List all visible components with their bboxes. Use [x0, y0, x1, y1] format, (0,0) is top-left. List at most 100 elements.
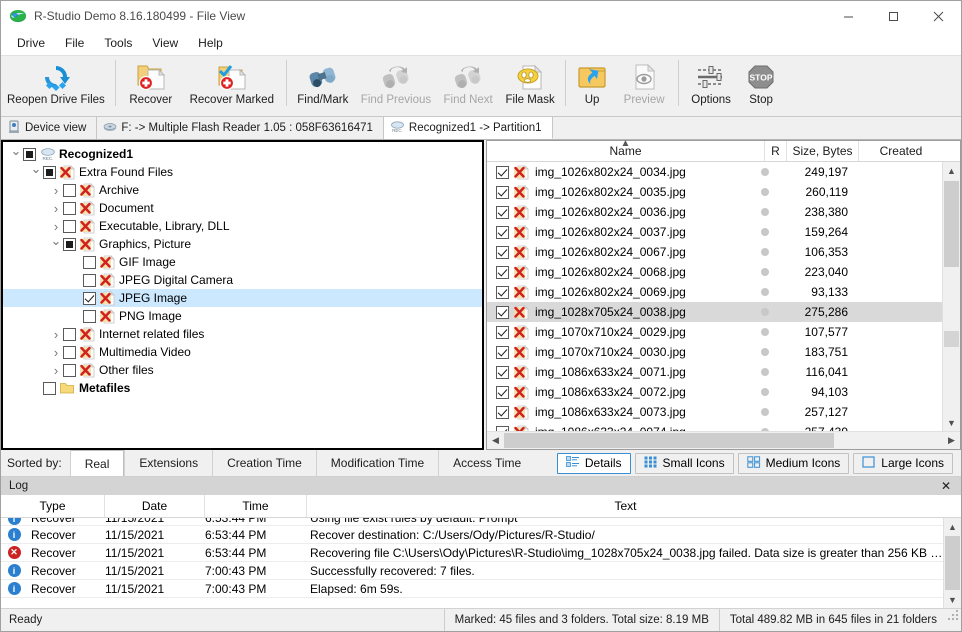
log-scroll-down-button[interactable]: ▼	[944, 591, 961, 608]
table-row[interactable]: img_1070x710x24_0029.jpg 107,577	[487, 322, 942, 342]
tree-item[interactable]: Internet related files	[3, 325, 482, 343]
log-column-header-time[interactable]: Time	[205, 495, 307, 517]
column-header-created[interactable]: Created	[859, 141, 943, 161]
file-row-checkbox[interactable]	[496, 205, 509, 219]
tree-item-checkbox[interactable]	[63, 363, 76, 377]
sort-tab-real[interactable]: Real	[69, 450, 125, 476]
table-row[interactable]: img_1026x802x24_0035.jpg 260,119	[487, 182, 942, 202]
menu-help[interactable]: Help	[188, 33, 233, 53]
close-button[interactable]	[916, 1, 961, 31]
column-header-r[interactable]: R	[765, 141, 787, 161]
file-mask-button[interactable]: File Mask	[499, 58, 561, 112]
vertical-scroll-thumb[interactable]	[944, 181, 959, 267]
log-column-header-date[interactable]: Date	[105, 495, 205, 517]
tab-device-view[interactable]: Device view	[1, 117, 98, 139]
tree-item[interactable]: GIF Image	[3, 253, 482, 271]
table-row[interactable]: img_1026x802x24_0034.jpg 249,197	[487, 162, 942, 182]
tree-item[interactable]: Executable, Library, DLL	[3, 217, 482, 235]
log-column-header-text[interactable]: Text	[307, 495, 944, 517]
scroll-left-button[interactable]: ◀	[487, 432, 504, 449]
tree-item[interactable]: Graphics, Picture	[3, 235, 482, 253]
tree-item[interactable]: Archive	[3, 181, 482, 199]
tree-item-checkbox[interactable]	[63, 201, 76, 215]
tree-item-checkbox[interactable]	[23, 147, 36, 161]
tree-item-checkbox[interactable]	[83, 273, 96, 287]
tree-item[interactable]: Metafiles	[3, 379, 482, 397]
expand-arrow-icon[interactable]	[49, 183, 63, 198]
expand-arrow-icon[interactable]	[49, 201, 63, 216]
vertical-scroll-track[interactable]	[943, 179, 960, 414]
reopen-drive-files-button[interactable]: Reopen Drive Files	[1, 58, 111, 112]
table-row[interactable]: img_1026x802x24_0069.jpg 93,133	[487, 282, 942, 302]
recover-marked-button[interactable]: Recover Marked	[182, 58, 282, 112]
collapse-arrow-icon[interactable]	[9, 146, 23, 162]
log-scroll-up-button[interactable]: ▲	[944, 518, 961, 535]
file-row-checkbox[interactable]	[496, 365, 509, 379]
menu-file[interactable]: File	[55, 33, 94, 53]
file-row-checkbox[interactable]	[496, 345, 509, 359]
view-mode-small-icons-button[interactable]: Small Icons	[634, 452, 734, 474]
tree-item-checkbox[interactable]	[43, 381, 56, 395]
file-row-checkbox[interactable]	[496, 405, 509, 419]
tree-item[interactable]: Multimedia Video	[3, 343, 482, 361]
table-row[interactable]: img_1086x633x24_0074.jpg 257,439	[487, 422, 942, 431]
file-row-checkbox[interactable]	[496, 225, 509, 239]
collapse-arrow-icon[interactable]	[29, 164, 43, 180]
tab-recognized1-partition1[interactable]: REC. Recognized1 -> Partition1	[383, 117, 553, 139]
expand-arrow-icon[interactable]	[49, 327, 63, 342]
find-mark-button[interactable]: Find/Mark	[291, 58, 355, 112]
view-mode-large-icons-button[interactable]: Large Icons	[853, 452, 953, 474]
tree-item[interactable]: REC. Recognized1	[3, 145, 482, 163]
file-row-checkbox[interactable]	[496, 325, 509, 339]
table-row[interactable]: img_1026x802x24_0036.jpg 238,380	[487, 202, 942, 222]
file-row-checkbox[interactable]	[496, 265, 509, 279]
horizontal-scroll-thumb[interactable]	[504, 433, 834, 448]
view-mode-details-button[interactable]: Details	[556, 452, 631, 474]
tree-item[interactable]: PNG Image	[3, 307, 482, 325]
menu-view[interactable]: View	[142, 33, 188, 53]
table-row[interactable]: img_1086x633x24_0073.jpg 257,127	[487, 402, 942, 422]
file-row-checkbox[interactable]	[496, 285, 509, 299]
file-list-horizontal-scrollbar[interactable]: ◀ ▶	[487, 431, 960, 449]
expand-arrow-icon[interactable]	[49, 345, 63, 360]
tree-item-checkbox[interactable]	[63, 183, 76, 197]
table-row[interactable]: img_1086x633x24_0071.jpg 116,041	[487, 362, 942, 382]
table-row[interactable]: img_1086x633x24_0072.jpg 94,103	[487, 382, 942, 402]
column-header-size[interactable]: Size, Bytes	[787, 141, 859, 161]
column-header-name[interactable]: Name ▲	[487, 138, 765, 161]
tree-item-checkbox[interactable]	[43, 165, 56, 179]
expand-arrow-icon[interactable]	[49, 219, 63, 234]
tree-item-checkbox[interactable]	[83, 255, 96, 269]
resize-grip-icon[interactable]	[947, 609, 961, 631]
tab-drive-f[interactable]: F: -> Multiple Flash Reader 1.05 : 058F6…	[97, 117, 384, 139]
sort-tab-access-time[interactable]: Access Time	[438, 450, 535, 476]
up-button[interactable]: Up	[570, 58, 614, 112]
tree-item[interactable]: Extra Found Files	[3, 163, 482, 181]
log-column-header-type[interactable]: Type	[1, 495, 105, 517]
file-row-checkbox[interactable]	[496, 185, 509, 199]
log-vertical-scroll-thumb[interactable]	[945, 536, 960, 590]
tree-item[interactable]: Other files	[3, 361, 482, 379]
file-row-checkbox[interactable]	[496, 385, 509, 399]
log-row[interactable]: i Recover 11/15/2021 7:00:43 PM Elapsed: 6m …	[1, 580, 943, 598]
tree-item[interactable]: Document	[3, 199, 482, 217]
recover-button[interactable]: Recover	[120, 58, 182, 112]
options-button[interactable]: Options	[683, 58, 739, 112]
log-row[interactable]: i Recover 11/15/2021 6:53:44 PM Using file e…	[1, 518, 943, 526]
scroll-down-button[interactable]: ▼	[943, 414, 960, 431]
tree-item[interactable]: JPEG Digital Camera	[3, 271, 482, 289]
horizontal-scroll-track[interactable]	[504, 432, 943, 449]
tree-item-checkbox[interactable]	[63, 219, 76, 233]
collapse-arrow-icon[interactable]	[49, 236, 63, 252]
file-list-vertical-scrollbar[interactable]: ▲ ▼	[942, 162, 960, 431]
stop-button[interactable]: STOP Stop	[739, 58, 783, 112]
minimize-button[interactable]	[826, 1, 871, 31]
log-row[interactable]: i Recover 11/15/2021 7:00:43 PM Successfully…	[1, 562, 943, 580]
log-row[interactable]: ✕ Recover 11/15/2021 6:53:44 PM Recovering f…	[1, 544, 943, 562]
log-vertical-scroll-track[interactable]	[944, 535, 961, 591]
tree-item-checkbox[interactable]	[83, 291, 96, 305]
table-row[interactable]: img_1026x802x24_0037.jpg 159,264	[487, 222, 942, 242]
sort-tab-creation-time[interactable]: Creation Time	[212, 450, 316, 476]
expand-arrow-icon[interactable]	[49, 363, 63, 378]
tree-item-checkbox[interactable]	[63, 237, 76, 251]
